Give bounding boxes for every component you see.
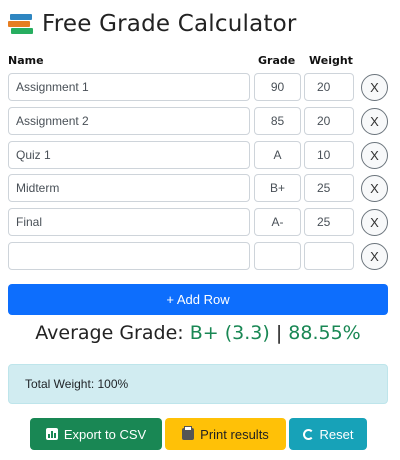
reset-label: Reset — [319, 426, 354, 442]
average-separator: | — [275, 322, 283, 344]
grade-row: Final A- 25 X — [8, 208, 392, 236]
column-header-grade: Grade — [258, 54, 296, 67]
average-grade: Average Grade: B+ (3.3) | 88.55% — [0, 322, 396, 344]
reset-button[interactable]: Reset — [289, 418, 367, 450]
refresh-icon — [302, 428, 314, 440]
grade-input[interactable]: A- — [254, 208, 301, 236]
weight-input[interactable] — [304, 242, 354, 270]
remove-row-button[interactable]: X — [361, 108, 388, 135]
export-csv-button[interactable]: Export to CSV — [30, 418, 162, 450]
remove-row-button[interactable]: X — [361, 209, 388, 236]
remove-row-button[interactable]: X — [361, 74, 388, 101]
chart-icon — [45, 428, 58, 440]
weight-input[interactable]: 20 — [304, 107, 354, 135]
average-label: Average Grade: — [35, 322, 184, 344]
print-results-label: Print results — [200, 426, 269, 442]
print-results-button[interactable]: Print results — [165, 418, 286, 450]
page-header: Free Grade Calculator — [8, 8, 297, 40]
grade-input[interactable]: 90 — [254, 73, 301, 101]
name-input[interactable]: Midterm — [8, 174, 250, 202]
grade-input[interactable] — [254, 242, 301, 270]
export-csv-label: Export to CSV — [63, 426, 147, 442]
column-header-weight: Weight — [309, 54, 353, 67]
total-weight-alert: Total Weight: 100% — [8, 364, 388, 404]
total-weight-text: Total Weight: 100% — [25, 377, 129, 391]
weight-input[interactable]: 25 — [304, 174, 354, 202]
name-input[interactable]: Final — [8, 208, 250, 236]
weight-input[interactable]: 25 — [304, 208, 354, 236]
weight-input[interactable]: 20 — [304, 73, 354, 101]
grade-row: Assignment 2 85 20 X — [8, 107, 392, 135]
name-input[interactable]: Assignment 2 — [8, 107, 250, 135]
grade-input[interactable]: B+ — [254, 174, 301, 202]
books-icon — [8, 12, 34, 36]
grade-row: Midterm B+ 25 X — [8, 174, 392, 202]
page-title: Free Grade Calculator — [42, 11, 297, 37]
weight-input[interactable]: 10 — [304, 141, 354, 169]
name-input[interactable]: Quiz 1 — [8, 141, 250, 169]
remove-row-button[interactable]: X — [361, 142, 388, 169]
printer-icon — [182, 426, 195, 440]
grade-row: X — [8, 242, 392, 270]
name-input[interactable] — [8, 242, 250, 270]
remove-row-button[interactable]: X — [361, 243, 388, 270]
column-header-name: Name — [8, 54, 44, 67]
grade-row: Assignment 1 90 20 X — [8, 73, 392, 101]
grade-input[interactable]: A — [254, 141, 301, 169]
grade-input[interactable]: 85 — [254, 107, 301, 135]
name-input[interactable]: Assignment 1 — [8, 73, 250, 101]
average-letter-gpa: B+ (3.3) — [189, 322, 270, 344]
add-row-button[interactable]: + Add Row — [8, 284, 388, 315]
average-percent: 88.55% — [288, 322, 361, 344]
remove-row-button[interactable]: X — [361, 175, 388, 202]
grade-row: Quiz 1 A 10 X — [8, 141, 392, 169]
